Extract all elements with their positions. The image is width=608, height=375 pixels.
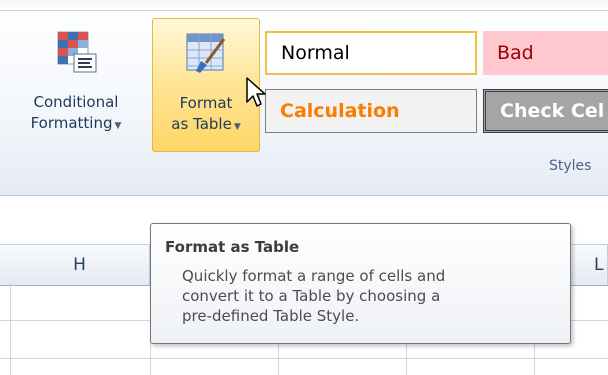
format-as-table-label: Format as Table ▼ <box>153 93 259 138</box>
tooltip-line: convert it to a Table by choosing a <box>182 287 441 305</box>
ribbon: Conditional Formatting ▼ Format as Table ▼… <box>0 0 608 196</box>
format-as-table-label-line2: as Table <box>171 115 232 133</box>
style-calculation[interactable]: Calculation <box>265 89 477 133</box>
format-as-table-tooltip: Format as Table Quickly format a range o… <box>150 223 571 344</box>
conditional-formatting-label-line2: Formatting <box>30 114 113 132</box>
dropdown-arrow-icon: ▼ <box>114 121 122 131</box>
style-normal[interactable]: Normal <box>265 31 477 75</box>
style-normal-label: Normal <box>281 42 350 64</box>
format-as-table-icon <box>186 33 226 73</box>
tooltip-title: Format as Table <box>165 238 300 256</box>
gridline <box>0 358 608 359</box>
conditional-formatting-icon <box>57 31 97 73</box>
tooltip-body: Quickly format a range of cells and conv… <box>182 266 562 326</box>
dropdown-arrow-icon: ▼ <box>233 122 241 132</box>
style-check-cell-label: Check Cel <box>500 100 605 122</box>
ribbon-top-edge <box>0 0 608 11</box>
format-as-table-label-line1: Format <box>179 94 233 112</box>
style-check-cell[interactable]: Check Cel <box>483 89 608 133</box>
mouse-pointer-icon <box>246 77 266 107</box>
column-header-h[interactable]: H <box>10 245 150 285</box>
format-as-table-button[interactable]: Format as Table ▼ <box>152 18 260 152</box>
style-calculation-label: Calculation <box>280 100 400 122</box>
style-bad[interactable]: Bad <box>483 31 608 75</box>
conditional-formatting-label-line1: Conditional <box>33 93 119 111</box>
conditional-formatting-label: Conditional Formatting ▼ <box>6 92 146 137</box>
conditional-formatting-button[interactable]: Conditional Formatting ▼ <box>6 18 146 152</box>
tooltip-line: pre-defined Table Style. <box>182 307 360 325</box>
styles-group-label: Styles <box>549 158 592 174</box>
gridline <box>10 284 11 375</box>
tooltip-line: Quickly format a range of cells and <box>182 267 446 285</box>
style-bad-label: Bad <box>497 42 534 64</box>
